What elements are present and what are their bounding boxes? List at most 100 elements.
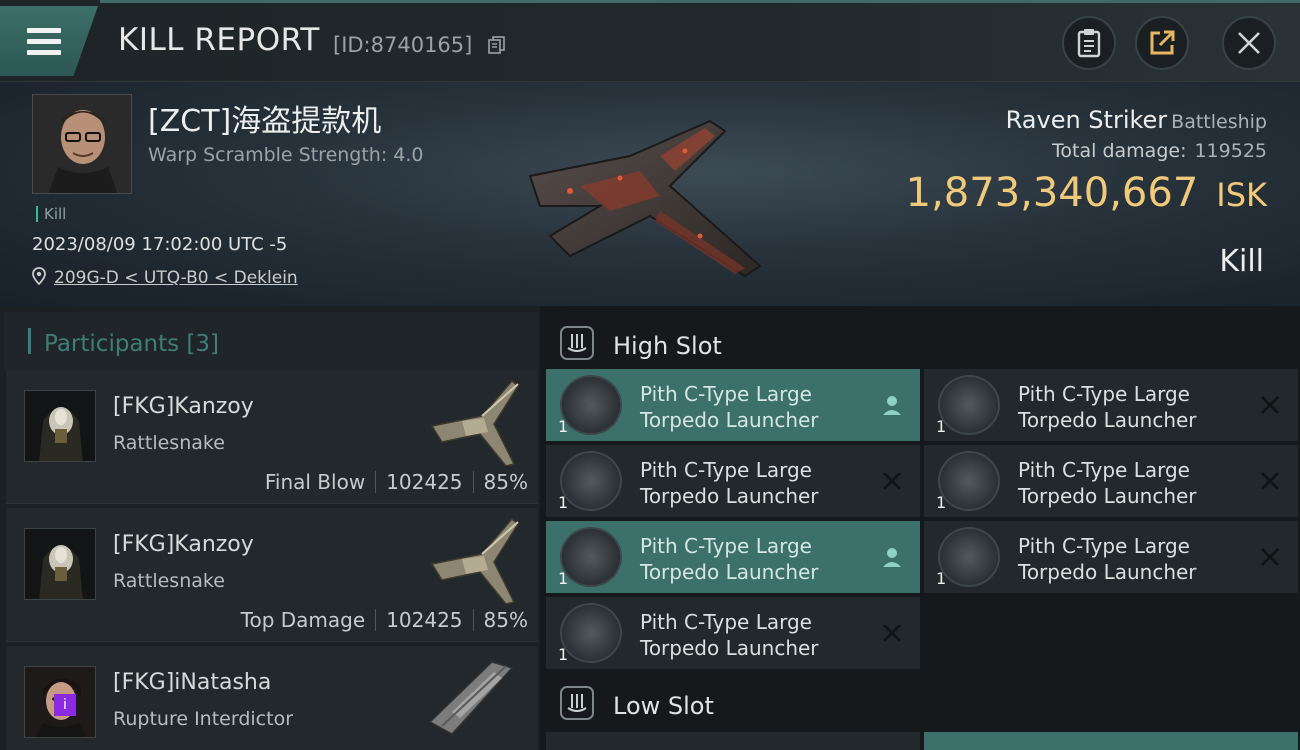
total-damage: Total damage: 119525 [1052,140,1267,162]
module-name: Pith C-Type Large Torpedo Launcher [640,457,870,509]
participant-card[interactable]: [FKG]Kanzoy Rattlesnake Final Blow 102425… [6,370,538,504]
share-icon [1150,30,1175,55]
module-item[interactable] [924,732,1298,750]
module-quantity: 1 [558,493,569,512]
copy-icon[interactable] [488,36,506,54]
close-button[interactable] [1222,16,1276,70]
module-name: Pith C-Type Large Torpedo Launcher [1018,381,1248,433]
module-icon [560,375,622,435]
module-name: Pith C-Type Large Torpedo Launcher [640,609,870,661]
module-icon [938,527,1000,587]
module-name: Pith C-Type Large Torpedo Launcher [640,533,870,585]
page-title: KILL REPORT [118,22,320,58]
participant-ship: Rattlesnake [113,570,225,592]
module-name-line: Torpedo Launcher [640,484,819,508]
low-slot-header: Low Slot [540,672,1300,732]
destroyed-icon [1261,548,1279,566]
participant-stats: Final Blow 102425 85% [265,470,528,494]
participant-role: Final Blow [264,470,366,494]
module-name-line: Pith C-Type Large [640,610,812,634]
participant-damage: 102425 [386,470,463,494]
top-accent-line [100,0,1300,3]
fitting-panel: High Slot 1 Pith C-Type Large Torpedo Lau… [540,306,1300,750]
module-name-line: Torpedo Launcher [1018,484,1197,508]
module-quantity: 1 [936,417,947,436]
destroyed-icon [1261,472,1279,490]
module-item[interactable]: 1 Pith C-Type Large Torpedo Launcher [546,597,920,669]
module-name-line: Pith C-Type Large [1018,458,1190,482]
low-slot-label: Low Slot [613,692,714,720]
module-item[interactable]: 1 Pith C-Type Large Torpedo Launcher [924,445,1298,517]
participant-percent: 85% [483,608,528,632]
module-quantity: 1 [558,645,569,664]
participant-ship-image [428,661,514,735]
stat-divider [472,609,474,631]
report-id: [ID:8740165] [333,33,473,57]
clipboard-icon [1077,29,1101,58]
module-name-line: Pith C-Type Large [1018,382,1190,406]
participant-ship-image [430,517,519,604]
clipboard-button[interactable] [1062,16,1116,70]
participant-name: [FKG]Kanzoy [113,394,254,419]
participant-ship: Rattlesnake [113,432,225,454]
module-icon [938,375,1000,435]
module-name: Pith C-Type Large Torpedo Launcher [1018,533,1248,585]
slot-icon [560,686,594,720]
location-link[interactable]: 209G-D < UTQ-B0 < Deklein [54,268,298,288]
module-item[interactable]: 1 Pith C-Type Large Torpedo Launcher [546,445,920,517]
module-name-line: Pith C-Type Large [640,382,812,406]
module-name-line: Pith C-Type Large [640,458,812,482]
participant-card[interactable]: i [FKG]iNatasha Rupture Interdictor [6,646,538,750]
participant-damage: 102425 [386,608,463,632]
participants-panel: Participants [3] [FKG]Kanzoy Rattlesnake… [0,306,540,750]
participants-accent [28,328,31,354]
participant-name: [FKG]Kanzoy [113,532,254,557]
module-name-line: Pith C-Type Large [640,534,812,558]
participant-percent: 85% [483,470,528,494]
dropped-icon [883,396,901,415]
title-bar: KILL REPORT [ID:8740165] [0,0,1300,82]
module-quantity: 1 [558,569,569,588]
warp-scramble-strength: Warp Scramble Strength: 4.0 [148,144,424,166]
participant-avatar [24,390,96,462]
isk-value: 1,873,340,667 ISK [906,170,1267,216]
victim-name: [ZCT]海盗提款机 [148,104,382,139]
module-name-line: Pith C-Type Large [1018,534,1190,558]
module-name-line: Torpedo Launcher [1018,408,1197,432]
participant-stats: Top Damage 102425 85% [241,608,528,632]
destroyed-icon [1261,396,1279,414]
victim-ship-name: Raven Striker [1005,106,1168,134]
menu-button[interactable] [0,6,98,76]
module-name: Pith C-Type Large Torpedo Launcher [640,381,870,433]
victim-ship-class: Battleship [1171,111,1267,133]
stat-divider [472,471,474,493]
participants-header: Participants [3] [4,312,538,370]
participant-ship: Rupture Interdictor [113,708,293,730]
high-slot-header: High Slot [540,312,1300,372]
module-item[interactable]: 1 Pith C-Type Large Torpedo Launcher [546,369,920,441]
close-icon [1238,32,1260,54]
module-item[interactable]: 1 Pith C-Type Large Torpedo Launcher [546,521,920,593]
kill-tag: Kill [36,206,66,222]
module-item[interactable]: 1 Pith C-Type Large Torpedo Launcher [924,369,1298,441]
isk-unit: ISK [1216,176,1267,214]
module-icon [560,451,622,511]
module-name-line: Torpedo Launcher [640,408,819,432]
module-item[interactable]: 1 Pith C-Type Large Torpedo Launcher [924,521,1298,593]
total-damage-label: Total damage: [1052,140,1187,162]
participant-card[interactable]: [FKG]Kanzoy Rattlesnake Top Damage 102425… [6,508,538,642]
info-badge: i [54,694,76,716]
location-pin-icon [32,267,46,285]
share-button[interactable] [1135,16,1189,70]
module-icon [938,451,1000,511]
victim-avatar[interactable] [32,94,132,194]
participant-ship-image [430,379,519,466]
slot-icon [560,326,594,360]
participants-title: Participants [3] [44,331,219,357]
victim-ship-type: Raven Striker Battleship [1006,106,1267,134]
module-quantity: 1 [936,493,947,512]
participant-role: Top Damage [240,608,366,632]
dropped-icon [883,548,901,567]
participant-avatar [24,528,96,600]
module-item[interactable] [546,732,920,750]
